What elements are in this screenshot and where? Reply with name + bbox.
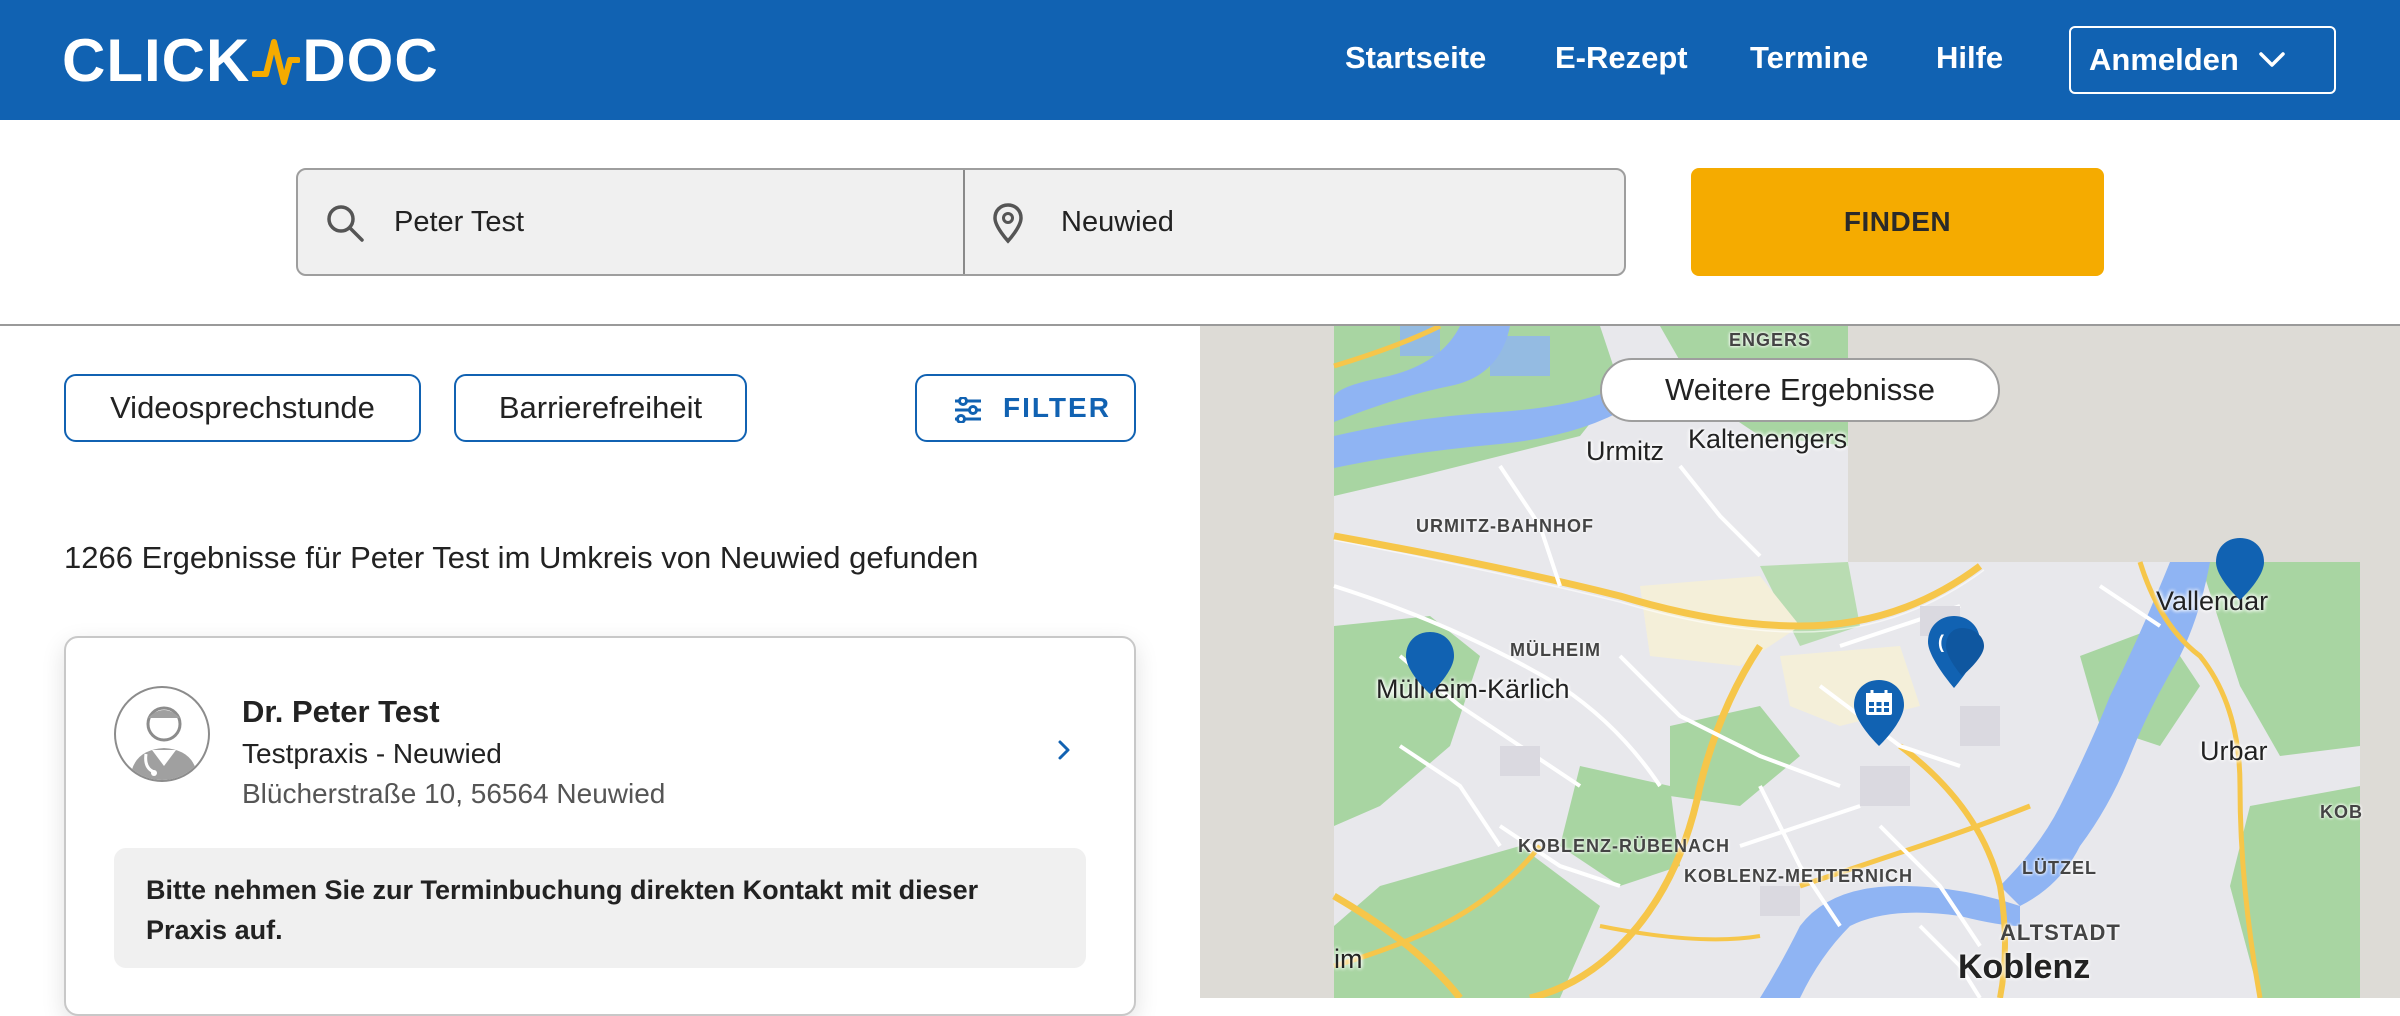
search-query-value: Peter Test xyxy=(394,205,525,238)
map-label-muelheim: MÜLHEIM xyxy=(1510,640,1601,660)
chip-videosprechstunde[interactable]: Videosprechstunde xyxy=(64,374,421,442)
svg-text:(: ( xyxy=(1938,632,1944,652)
search-location-input[interactable]: Neuwied xyxy=(965,170,1625,274)
nav-startseite[interactable]: Startseite xyxy=(1345,40,1486,76)
map-label-engers: ENGERS xyxy=(1729,330,1812,350)
chevron-down-icon xyxy=(2259,52,2285,67)
map-town-urbar: Urbar xyxy=(2200,736,2268,766)
logo-text-right: DOC xyxy=(302,26,439,94)
search-query-input[interactable]: Peter Test xyxy=(298,170,962,274)
location-pin-icon xyxy=(993,203,1023,244)
logo-text-left: CLICK xyxy=(62,26,251,94)
map-label-urmitz-bahnhof: URMITZ-BAHNHOF xyxy=(1416,516,1594,536)
login-dropdown-button[interactable]: Anmelden xyxy=(2069,26,2336,94)
filter-button[interactable]: FILTER xyxy=(915,374,1136,442)
search-location-value: Neuwied xyxy=(1061,205,1174,238)
map-label-altstadt: ALTSTADT xyxy=(2000,920,2121,945)
map-town-urmitz: Urmitz xyxy=(1586,436,1664,466)
practice-name: Testpraxis - Neuwied xyxy=(242,738,502,769)
map-label-kob: KOB xyxy=(2320,802,2363,822)
search-bar: Peter Test Neuwied xyxy=(296,168,1626,276)
nav-hilfe[interactable]: Hilfe xyxy=(1936,40,2003,76)
chip-barrierefreiheit[interactable]: Barrierefreiheit xyxy=(454,374,747,442)
map-label-luetzel: LÜTZEL xyxy=(2022,858,2097,878)
map-city-koblenz: Koblenz xyxy=(1958,948,2091,986)
nav-e-rezept[interactable]: E-Rezept xyxy=(1555,40,1688,76)
map-pin[interactable] xyxy=(2214,536,2266,602)
doctor-avatar-icon xyxy=(114,686,210,782)
filter-label: FILTER xyxy=(1003,392,1111,423)
result-card[interactable]: Dr. Peter Test Testpraxis - Neuwied Blüc… xyxy=(64,636,1136,1016)
practice-address: Blücherstraße 10, 56564 Neuwied xyxy=(242,778,666,809)
map-pin-cluster[interactable]: ( xyxy=(1924,614,1988,692)
search-icon xyxy=(327,205,364,242)
doctor-name[interactable]: Dr. Peter Test xyxy=(242,694,440,730)
map-town-kaltenengers: Kaltenengers xyxy=(1688,424,1848,454)
results-summary: 1266 Ergebnisse für Peter Test im Umkrei… xyxy=(64,540,979,575)
booking-notice: Bitte nehmen Sie zur Terminbuchung direk… xyxy=(114,848,1086,968)
more-results-button[interactable]: Weitere Ergebnisse xyxy=(1600,358,2000,422)
find-button[interactable]: FINDEN xyxy=(1691,168,2104,276)
pulse-icon xyxy=(252,39,301,85)
map-pin[interactable] xyxy=(1404,630,1456,696)
sliders-icon xyxy=(955,397,981,423)
login-label: Anmelden xyxy=(2089,42,2239,77)
calendar-pin-icon[interactable] xyxy=(1852,678,1906,748)
chevron-right-icon[interactable] xyxy=(1054,736,1074,764)
map-town-partial: im xyxy=(1334,944,1363,974)
top-navigation-bar: CLICK DOC Startseite E-Rezept Termine Hi… xyxy=(0,0,2400,120)
map-label-koblenz-metternich: KOBLENZ-METTERNICH xyxy=(1684,866,1913,886)
nav-termine[interactable]: Termine xyxy=(1750,40,1868,76)
clickdoc-logo[interactable]: CLICK DOC xyxy=(62,26,439,94)
map-panel[interactable]: ENGERS URMITZ-BAHNHOF MÜLHEIM KOBLENZ-RÜ… xyxy=(1200,326,2400,998)
map-label-koblenz-ruebenach: KOBLENZ-RÜBENACH xyxy=(1518,836,1730,856)
